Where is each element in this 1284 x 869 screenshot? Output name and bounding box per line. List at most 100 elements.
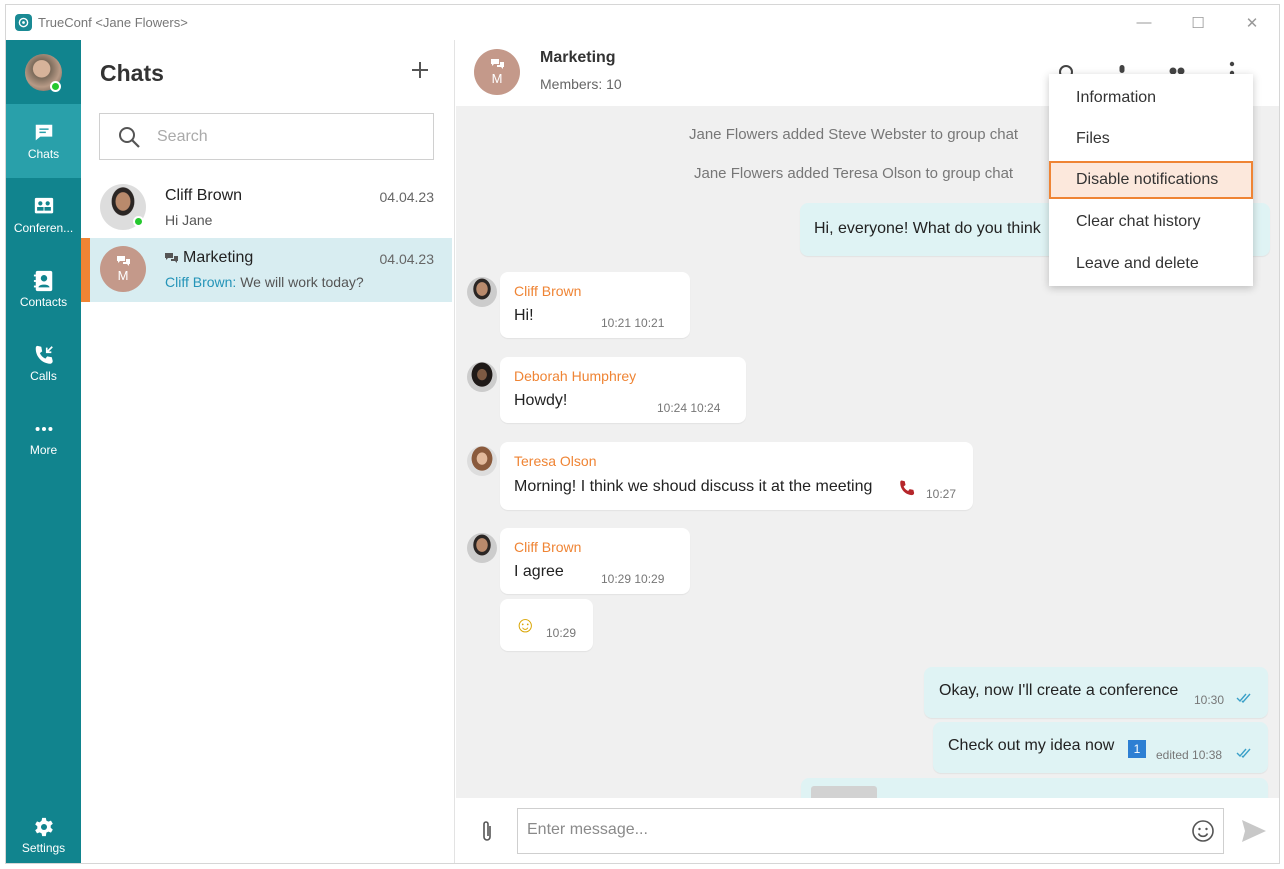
emoji-icon[interactable] (1191, 819, 1215, 843)
sender-avatar (467, 277, 497, 307)
group-chat-icon (165, 252, 178, 263)
calls-icon (35, 345, 53, 364)
message-sender: Cliff Brown (514, 283, 582, 299)
message-time: 10:29 10:29 (601, 572, 665, 586)
group-avatar: M (100, 246, 146, 292)
send-icon[interactable] (1241, 819, 1267, 843)
keycap-1-emoji: 1 (1128, 740, 1146, 758)
conversation-preview: Hi Jane (165, 212, 213, 228)
menu-item-files[interactable]: Files (1049, 120, 1253, 158)
app-window: TrueConf <Jane Flowers> — ☐ ✕ Chats Conf… (5, 4, 1280, 864)
message-text: I agree (514, 563, 564, 580)
message-composer (456, 798, 1279, 863)
rail-label: Calls (30, 368, 57, 383)
gear-icon (34, 817, 53, 836)
read-check-icon (1236, 693, 1251, 703)
conversation-date: 04.04.23 (379, 189, 435, 205)
chats-heading: Chats (100, 60, 164, 86)
chat-list-panel: Chats Cliff Brown 04.04.23 Hi Jane M Mar… (81, 40, 455, 863)
chat-title: Marketing (540, 49, 616, 66)
message-time: 10:29 (546, 626, 577, 640)
chat-options-menu: Information Files Disable notifications … (1049, 74, 1253, 286)
trueconf-logo-icon (15, 14, 32, 31)
selection-indicator (81, 238, 90, 302)
chat-avatar[interactable]: M (474, 49, 520, 95)
rail-item-more[interactable]: More (6, 400, 81, 474)
message-time: 10:30 (1194, 693, 1225, 707)
message-text: Hi! (514, 307, 534, 324)
window-title: TrueConf <Jane Flowers> (38, 15, 188, 30)
rail-item-calls[interactable]: Calls (6, 326, 81, 400)
members-count: Members: 10 (540, 76, 622, 92)
message-bubble[interactable]: ☺ 10:29 (500, 599, 593, 651)
contacts-icon (33, 270, 52, 291)
message-text: Morning! I think we shoud discuss it at … (514, 478, 873, 495)
group-avatar-letter: M (117, 267, 129, 283)
message-time: 10:24 10:24 (657, 401, 721, 415)
message-field[interactable] (517, 808, 1224, 854)
menu-item-disable-notifications[interactable]: Disable notifications (1049, 161, 1253, 199)
message-sender: Cliff Brown (514, 539, 582, 555)
rail-item-contacts[interactable]: Contacts (6, 252, 81, 326)
message-bubble[interactable]: Cliff Brown Hi! 10:21 10:21 (500, 272, 690, 338)
sender-avatar (467, 446, 497, 476)
sender-avatar (467, 362, 497, 392)
message-bubble[interactable]: Teresa Olson Morning! I think we shoud d… (500, 442, 973, 510)
chat-icon (35, 124, 52, 140)
menu-item-clear-history[interactable]: Clear chat history (1049, 203, 1253, 241)
conversation-item[interactable]: Cliff Brown 04.04.23 Hi Jane (81, 176, 452, 240)
message-time: 10:21 10:21 (601, 316, 665, 330)
rail-item-settings[interactable]: Settings (6, 798, 81, 863)
maximize-button[interactable]: ☐ (1171, 5, 1225, 40)
group-chat-icon (490, 58, 504, 69)
rail-label: Chats (27, 146, 60, 161)
message-input[interactable] (527, 821, 1147, 839)
rail-label: More (29, 442, 58, 457)
message-bubble[interactable]: Okay, now I'll create a conference 10:30 (924, 667, 1268, 718)
rail-label: Settings (21, 840, 66, 855)
rail-item-conferences[interactable]: Conferen... (6, 178, 81, 252)
message-sender: Teresa Olson (514, 453, 597, 469)
menu-item-leave-delete[interactable]: Leave and delete (1049, 245, 1253, 283)
rail-item-chats[interactable]: Chats (6, 104, 81, 178)
new-chat-button[interactable] (408, 58, 432, 82)
rail-label: Conferen... (13, 220, 74, 235)
smiley-emoji: ☺ (514, 612, 537, 637)
message-text: Howdy! (514, 392, 568, 409)
system-message: Jane Flowers added Teresa Olson to group… (694, 165, 1014, 182)
more-icon (35, 426, 52, 431)
missed-call-icon (900, 480, 915, 496)
system-message: Jane Flowers added Steve Webster to grou… (689, 126, 1019, 143)
message-time: edited 10:38 (1156, 748, 1223, 762)
search-icon (119, 126, 140, 148)
search-box[interactable] (99, 113, 434, 160)
message-bubble[interactable]: Deborah Humphrey Howdy! 10:24 10:24 (500, 357, 746, 423)
read-check-icon (1236, 748, 1251, 758)
conference-icon (34, 197, 53, 213)
close-button[interactable]: ✕ (1225, 5, 1279, 40)
search-input[interactable] (157, 127, 397, 146)
message-time: 10:27 (926, 487, 957, 501)
conversation-date: 04.04.23 (379, 251, 435, 267)
message-text: Okay, now I'll create a conference (939, 682, 1179, 699)
minimize-button[interactable]: — (1117, 5, 1171, 40)
message-sender: Deborah Humphrey (514, 368, 637, 384)
online-status-icon (50, 81, 61, 92)
online-status-icon (133, 216, 144, 227)
message-bubble[interactable]: Check out my idea now 1 edited 10:38 (933, 722, 1268, 773)
conversation-name: Marketing (165, 249, 253, 267)
title-bar: TrueConf <Jane Flowers> — ☐ ✕ (6, 5, 1279, 40)
group-chat-icon (116, 255, 130, 266)
menu-item-information[interactable]: Information (1049, 79, 1253, 117)
conversation-preview: Cliff Brown: We will work today? (165, 274, 364, 290)
paperclip-icon[interactable] (480, 820, 494, 844)
chat-avatar-letter: M (491, 70, 503, 86)
rail-label: Contacts (19, 294, 68, 309)
nav-rail: Chats Conferen... Contacts Calls More Se… (6, 40, 81, 863)
conversation-item[interactable]: M Marketing 04.04.23 Cliff Brown: We wil… (81, 238, 452, 302)
message-bubble[interactable]: Cliff Brown I agree 10:29 10:29 (500, 528, 690, 594)
conversation-name: Cliff Brown (165, 187, 243, 204)
sender-avatar (467, 533, 497, 563)
message-text: Hi, everyone! What do you think (814, 220, 1041, 237)
message-text: Check out my idea now (948, 737, 1115, 754)
